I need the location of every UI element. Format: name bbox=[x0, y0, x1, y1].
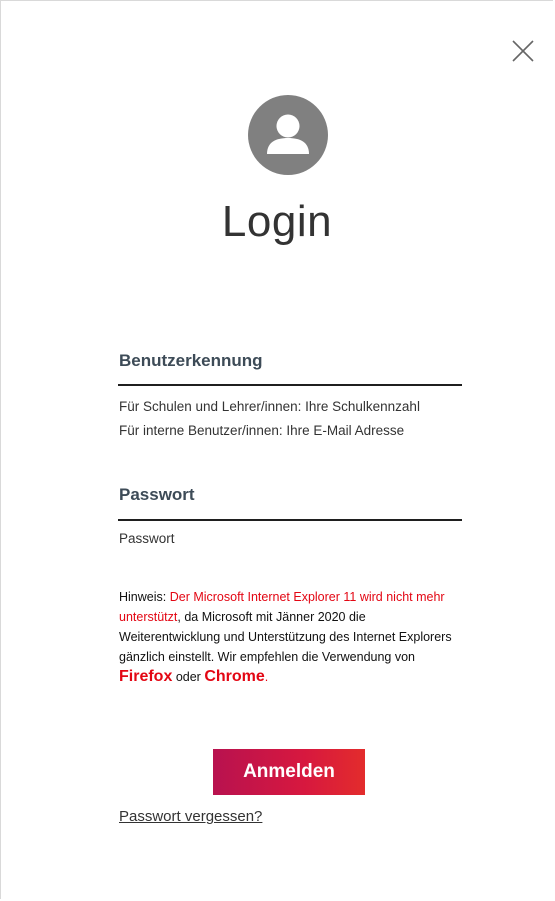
password-hint: Passwort bbox=[119, 531, 175, 546]
password-label: Passwort bbox=[119, 485, 195, 504]
chrome-link[interactable]: Chrome bbox=[204, 668, 264, 685]
login-dialog: Login Benutzerkennung Für Schulen und Le… bbox=[0, 0, 553, 899]
user-avatar-icon bbox=[248, 95, 328, 175]
forgot-password-link[interactable]: Passwort vergessen? bbox=[119, 808, 262, 825]
firefox-link[interactable]: Firefox bbox=[119, 668, 172, 685]
notice-prefix: Hinweis: bbox=[119, 590, 170, 604]
username-input[interactable] bbox=[118, 384, 462, 386]
username-hint-internal: Für interne Benutzer/innen: Ihre E-Mail … bbox=[119, 423, 405, 438]
close-icon[interactable] bbox=[511, 39, 535, 63]
notice-suffix: . bbox=[264, 670, 269, 684]
password-input[interactable] bbox=[118, 519, 462, 521]
browser-notice: Hinweis: Der Microsoft Internet Explorer… bbox=[119, 587, 469, 687]
page-title: Login bbox=[221, 197, 333, 246]
username-label: Benutzerkennung bbox=[119, 351, 263, 370]
login-button[interactable]: Anmelden bbox=[213, 749, 365, 795]
notice-connector: oder bbox=[172, 670, 205, 684]
username-hint-schools: Für Schulen und Lehrer/innen: Ihre Schul… bbox=[119, 399, 420, 414]
